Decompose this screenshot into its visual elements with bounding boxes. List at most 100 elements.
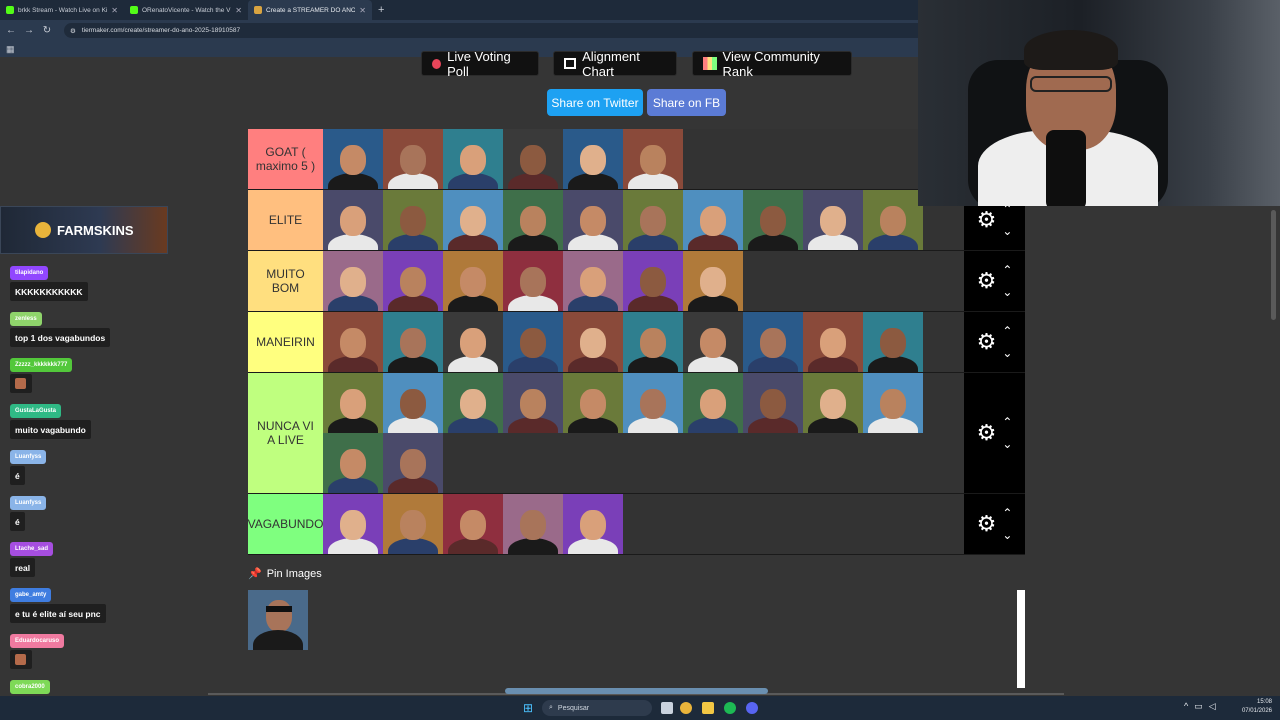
pinned-image[interactable] [248, 590, 308, 650]
forward-icon[interactable]: → [24, 25, 34, 36]
streamer-thumbnail[interactable] [623, 373, 683, 433]
streamer-thumbnail[interactable] [443, 373, 503, 433]
streamer-thumbnail[interactable] [323, 373, 383, 433]
chevron-down-icon[interactable]: ⌄ [1002, 433, 1012, 455]
chevron-up-icon[interactable]: ⌃ [1002, 320, 1012, 342]
tier-label[interactable]: VAGABUNDO [248, 494, 323, 554]
share-fb-button[interactable]: Share on FB [647, 89, 726, 116]
chat-username[interactable]: Zzzzz_kkkkkkk777 [10, 358, 73, 372]
tier-label[interactable]: MUITO BOM [248, 251, 323, 311]
streamer-thumbnail[interactable] [443, 251, 503, 311]
streamer-thumbnail[interactable] [863, 190, 923, 250]
tier-label[interactable]: NUNCA VI A LIVE [248, 373, 323, 493]
chat-username[interactable]: zenless [10, 312, 42, 326]
streamer-thumbnail[interactable] [383, 494, 443, 554]
chat-username[interactable]: Luanfyss [10, 450, 47, 464]
chat-username[interactable]: Luanfyss [10, 496, 47, 510]
chevron-up-icon[interactable]: ⌃ [1002, 259, 1012, 281]
gear-icon[interactable]: ⚙ [977, 268, 997, 294]
chat-username[interactable]: Eduardocaruso [10, 634, 65, 648]
streamer-thumbnail[interactable] [503, 129, 563, 189]
network-icon[interactable]: ▭ [1194, 701, 1203, 712]
gear-icon[interactable]: ⚙ [977, 511, 997, 537]
chevron-down-icon[interactable]: ⌄ [1002, 524, 1012, 546]
streamer-thumbnail[interactable] [383, 190, 443, 250]
tier-items[interactable] [323, 312, 964, 372]
gear-icon[interactable]: ⚙ [977, 329, 997, 355]
site-info-icon[interactable]: ⚙ [70, 27, 76, 35]
streamer-thumbnail[interactable] [383, 373, 443, 433]
chevron-down-icon[interactable]: ⌄ [1002, 220, 1012, 242]
streamer-thumbnail[interactable] [863, 312, 923, 372]
streamer-thumbnail[interactable] [383, 129, 443, 189]
streamer-thumbnail[interactable] [623, 251, 683, 311]
streamer-thumbnail[interactable] [383, 312, 443, 372]
streamer-thumbnail[interactable] [623, 129, 683, 189]
streamer-thumbnail[interactable] [683, 373, 743, 433]
streamer-thumbnail[interactable] [323, 251, 383, 311]
chevron-up-icon[interactable]: ⌃ [1002, 411, 1012, 433]
streamer-thumbnail[interactable] [383, 433, 443, 493]
spotify-icon[interactable] [724, 702, 736, 714]
url-bar[interactable]: ⚙ tiermaker.com/create/streamer-do-ano-2… [64, 23, 964, 38]
streamer-thumbnail[interactable] [503, 494, 563, 554]
share-twitter-button[interactable]: Share on Twitter [547, 89, 643, 116]
discord-icon[interactable] [746, 702, 758, 714]
streamer-thumbnail[interactable] [623, 190, 683, 250]
streamer-thumbnail[interactable] [503, 373, 563, 433]
streamer-thumbnail[interactable] [683, 190, 743, 250]
pin-area-scrollbar[interactable] [1017, 590, 1025, 688]
file-explorer-icon[interactable] [702, 702, 714, 714]
tab-orenatovicente[interactable]: ORenatoVicente - Watch the V ✕ [124, 0, 248, 20]
streamer-thumbnail[interactable] [563, 190, 623, 250]
close-icon[interactable]: ✕ [111, 6, 118, 15]
tier-items[interactable] [323, 373, 964, 493]
streamer-thumbnail[interactable] [323, 190, 383, 250]
tier-items[interactable] [323, 129, 964, 189]
streamer-thumbnail[interactable] [563, 129, 623, 189]
streamer-thumbnail[interactable] [563, 494, 623, 554]
gear-icon[interactable]: ⚙ [977, 207, 997, 233]
streamer-thumbnail[interactable] [863, 373, 923, 433]
streamer-thumbnail[interactable] [563, 312, 623, 372]
tier-label[interactable]: MANEIRIN [248, 312, 323, 372]
alignment-chart-button[interactable]: Alignment Chart [553, 49, 677, 79]
chevron-down-icon[interactable]: ⌄ [1002, 281, 1012, 303]
clock[interactable]: 15:08 07/01/2026 [1242, 698, 1272, 716]
page-scrollbar[interactable] [1271, 210, 1276, 320]
streamer-thumbnail[interactable] [803, 190, 863, 250]
streamer-thumbnail[interactable] [443, 312, 503, 372]
tier-label[interactable]: GOAT ( maximo 5 ) [248, 129, 323, 189]
tier-items[interactable] [323, 494, 964, 554]
tab-brkk-stream[interactable]: brkk Stream - Watch Live on Ki ✕ [0, 0, 124, 20]
close-icon[interactable]: ✕ [359, 6, 366, 15]
view-community-rank-button[interactable]: View Community Rank [692, 49, 852, 79]
streamer-thumbnail[interactable] [323, 433, 383, 493]
pin-images-heading[interactable]: 📌 Pin Images [248, 567, 322, 581]
tab-tiermaker[interactable]: Create a STREAMER DO ANO ( ✕ [248, 0, 372, 20]
close-icon[interactable]: ✕ [235, 6, 242, 15]
streamer-thumbnail[interactable] [323, 129, 383, 189]
streamer-thumbnail[interactable] [323, 312, 383, 372]
streamer-thumbnail[interactable] [683, 312, 743, 372]
reload-icon[interactable]: ↻ [42, 25, 52, 36]
streamer-thumbnail[interactable] [443, 129, 503, 189]
streamer-thumbnail[interactable] [743, 190, 803, 250]
chat-username[interactable]: tilapidano [10, 266, 49, 280]
horizontal-scrollbar-thumb[interactable] [505, 688, 768, 694]
new-tab-button[interactable]: + [372, 4, 384, 16]
live-voting-poll-button[interactable]: Live Voting Poll [421, 49, 539, 79]
chevron-up-icon[interactable]: ^ [1184, 701, 1188, 712]
chat-username[interactable]: cobra2000 [10, 680, 50, 694]
volume-icon[interactable]: ◁ [1209, 701, 1216, 712]
streamer-thumbnail[interactable] [503, 312, 563, 372]
streamer-thumbnail[interactable] [503, 190, 563, 250]
streamer-thumbnail[interactable] [683, 251, 743, 311]
streamer-thumbnail[interactable] [743, 312, 803, 372]
streamer-thumbnail[interactable] [803, 373, 863, 433]
gear-icon[interactable]: ⚙ [977, 420, 997, 446]
streamer-thumbnail[interactable] [743, 373, 803, 433]
chevron-up-icon[interactable]: ⌃ [1002, 502, 1012, 524]
chevron-down-icon[interactable]: ⌄ [1002, 342, 1012, 364]
task-view-icon[interactable] [661, 702, 673, 714]
